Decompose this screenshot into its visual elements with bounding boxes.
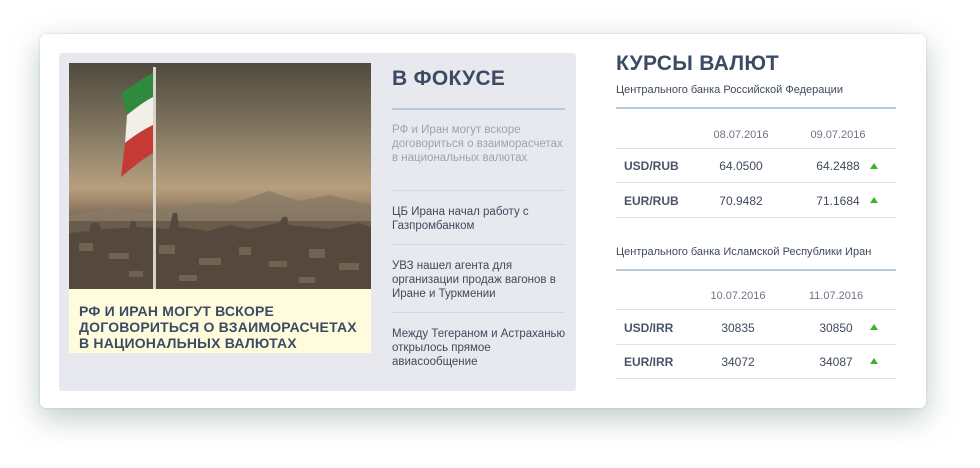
rates-title: КУРСЫ ВАЛЮТ [616, 52, 779, 75]
rate-date-header: 08.07.2016 [713, 129, 769, 141]
rates-divider [616, 269, 896, 271]
rate-value: 30850 [819, 321, 853, 335]
widget-card: РФ И ИРАН МОГУТ ВСКОРЕ ДОГОВОРИТЬСЯ О ВЗ… [40, 34, 926, 408]
news-separator [392, 312, 565, 313]
rates-source-cbi: Центрального банка Исламской Республики … [616, 246, 872, 258]
rate-value: 30835 [721, 321, 755, 335]
rate-date-header: 11.07.2016 [808, 290, 864, 302]
row-separator [616, 344, 896, 345]
featured-news[interactable]: РФ И ИРАН МОГУТ ВСКОРЕ ДОГОВОРИТЬСЯ О ВЗ… [69, 63, 371, 353]
trend-up-icon [870, 358, 878, 364]
news-item-4[interactable]: Между Тегераном и Астраханью открылось п… [392, 327, 567, 369]
rate-value: 70.9482 [719, 194, 763, 208]
trend-up-icon [870, 163, 878, 169]
rate-value: 34087 [819, 355, 853, 369]
row-separator [616, 378, 896, 379]
news-item-1[interactable]: РФ и Иран могут вскоре договориться о вз… [392, 123, 567, 165]
featured-photo[interactable] [69, 63, 371, 289]
rates-source-cbr: Центрального банка Российской Федерации [616, 84, 843, 96]
row-separator [616, 148, 896, 149]
tehran-flag-illustration [69, 67, 371, 289]
rate-date-header: 10.07.2016 [710, 290, 766, 302]
featured-caption[interactable]: РФ И ИРАН МОГУТ ВСКОРЕ ДОГОВОРИТЬСЯ О ВЗ… [69, 289, 371, 353]
currency-pair: EUR/IRR [624, 355, 674, 369]
row-separator [616, 309, 896, 310]
currency-pair: USD/RUB [624, 159, 679, 173]
news-item-2[interactable]: ЦБ Ирана начал работу с Газпромбанком [392, 205, 567, 233]
rate-value: 64.0500 [719, 159, 763, 173]
row-separator [616, 182, 896, 183]
focus-heading: В ФОКУСЕ [392, 67, 506, 90]
currency-pair: EUR/RUB [624, 194, 679, 208]
trend-up-icon [870, 324, 878, 330]
trend-up-icon [870, 197, 878, 203]
news-separator [392, 244, 565, 245]
rates-divider [616, 107, 896, 109]
rate-date-header: 09.07.2016 [810, 129, 866, 141]
focus-divider [392, 108, 565, 110]
news-item-3[interactable]: УВЗ нашел агента для организации продаж … [392, 259, 567, 301]
news-separator [392, 190, 565, 191]
row-separator [616, 217, 896, 218]
currency-pair: USD/IRR [624, 321, 674, 335]
focus-panel: РФ И ИРАН МОГУТ ВСКОРЕ ДОГОВОРИТЬСЯ О ВЗ… [59, 53, 576, 391]
rate-value: 34072 [721, 355, 755, 369]
